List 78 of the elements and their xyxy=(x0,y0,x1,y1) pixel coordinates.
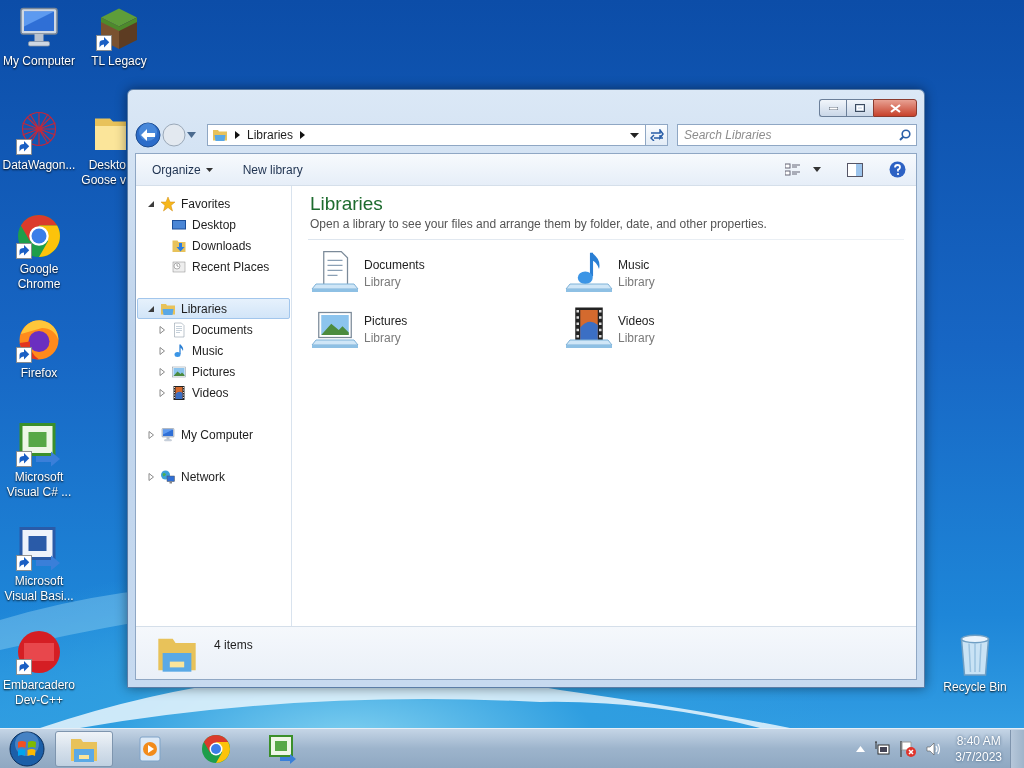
flag-warning-icon[interactable] xyxy=(899,739,918,758)
stand-icon xyxy=(310,339,360,349)
tree-item[interactable]: My Computer xyxy=(137,424,290,445)
tree-item[interactable]: Videos xyxy=(137,382,290,403)
tree-item[interactable]: Documents xyxy=(137,319,290,340)
library-item[interactable]: Pictures Library xyxy=(310,304,564,352)
desktop-shortcut[interactable]: DataWagon... xyxy=(0,108,78,173)
app-window-icon xyxy=(266,732,298,765)
back-button[interactable] xyxy=(135,122,161,148)
maximize-icon xyxy=(855,104,865,112)
library-item[interactable]: Documents Library xyxy=(310,248,564,296)
desktop-shortcut[interactable]: Microsoft Visual C# ... xyxy=(0,420,78,500)
help-icon[interactable] xyxy=(889,161,906,178)
desktop-shortcut[interactable]: Google Chrome xyxy=(0,212,78,292)
collapse-arrow-icon[interactable] xyxy=(147,304,155,313)
chevron-icon[interactable] xyxy=(300,131,306,139)
close-icon xyxy=(889,103,901,113)
description-text: Open a library to see your files and arrange them by folder, date, and other properties. xyxy=(310,217,768,231)
tree-item[interactable]: Music xyxy=(137,340,290,361)
address-bar[interactable]: Libraries xyxy=(207,124,646,146)
round-logo-icon xyxy=(15,212,63,260)
tree-item[interactable]: Desktop xyxy=(137,214,290,235)
library-item[interactable]: Music Library xyxy=(564,248,818,296)
start-button[interactable] xyxy=(7,729,47,768)
circle-logo-icon xyxy=(15,628,63,676)
stand-icon xyxy=(564,283,614,293)
picture-icon xyxy=(171,363,187,380)
tree-item[interactable]: Favorites xyxy=(137,193,290,214)
desktop-shortcut[interactable]: My Computer xyxy=(0,4,78,69)
preview-pane-icon[interactable] xyxy=(847,162,863,177)
caret-icon[interactable] xyxy=(813,167,821,172)
star-icon xyxy=(160,195,176,212)
stand-icon xyxy=(310,283,360,293)
search-field[interactable]: Search Libraries xyxy=(677,124,917,146)
volume-icon[interactable] xyxy=(926,740,943,757)
history-caret-icon[interactable] xyxy=(187,132,196,138)
film-icon xyxy=(171,384,187,401)
tree-item[interactable]: Recent Places xyxy=(137,256,290,277)
stand-icon xyxy=(564,339,614,349)
library-item[interactable]: Videos Library xyxy=(564,304,818,352)
item-count: 4 items xyxy=(214,638,253,652)
close-button[interactable] xyxy=(873,99,917,117)
expand-arrow-icon[interactable] xyxy=(147,430,155,439)
breadcrumb[interactable]: Libraries xyxy=(247,128,294,142)
library-folder-icon xyxy=(212,127,228,143)
dropdown-caret-icon[interactable] xyxy=(630,132,639,138)
expand-arrow-icon[interactable] xyxy=(147,472,155,481)
chevron-icon[interactable] xyxy=(235,131,240,139)
refresh-button[interactable] xyxy=(646,124,668,146)
expand-arrow-icon[interactable] xyxy=(158,325,166,334)
toolbar-button[interactable]: Organize xyxy=(152,162,213,177)
tree-item[interactable]: Downloads xyxy=(137,235,290,256)
network-icon xyxy=(160,468,176,485)
desktop-shortcut[interactable]: Firefox xyxy=(0,316,78,381)
toolbar-button[interactable]: New library xyxy=(242,162,303,177)
tree-item[interactable]: Pictures xyxy=(137,361,290,382)
expand-arrow-icon[interactable] xyxy=(158,367,166,376)
caret-icon xyxy=(205,167,213,172)
tree-item[interactable]: Libraries xyxy=(137,298,290,319)
expand-arrow-icon[interactable] xyxy=(158,346,166,355)
minimize-button[interactable] xyxy=(819,99,846,117)
taskbar-button[interactable] xyxy=(55,730,113,767)
network-status-icon[interactable] xyxy=(874,740,891,757)
tree-item[interactable]: Network xyxy=(137,466,290,487)
view-options-icon[interactable] xyxy=(785,162,801,177)
page-heading: Libraries xyxy=(310,192,384,216)
computer-icon xyxy=(160,426,176,443)
document-icon xyxy=(171,321,187,338)
desktop-shortcut[interactable]: TL Legacy xyxy=(80,4,158,69)
clock-icon xyxy=(171,258,187,275)
collapse-arrow-icon[interactable] xyxy=(147,199,155,208)
round-logo-icon xyxy=(200,732,232,765)
search-icon xyxy=(899,129,911,141)
maximize-button[interactable] xyxy=(846,99,873,117)
minimize-icon xyxy=(828,106,838,110)
refresh-icon xyxy=(649,129,664,141)
expand-arrow-icon[interactable] xyxy=(158,388,166,397)
desktop-shortcut[interactable]: Microsoft Visual Basi... xyxy=(0,524,78,604)
